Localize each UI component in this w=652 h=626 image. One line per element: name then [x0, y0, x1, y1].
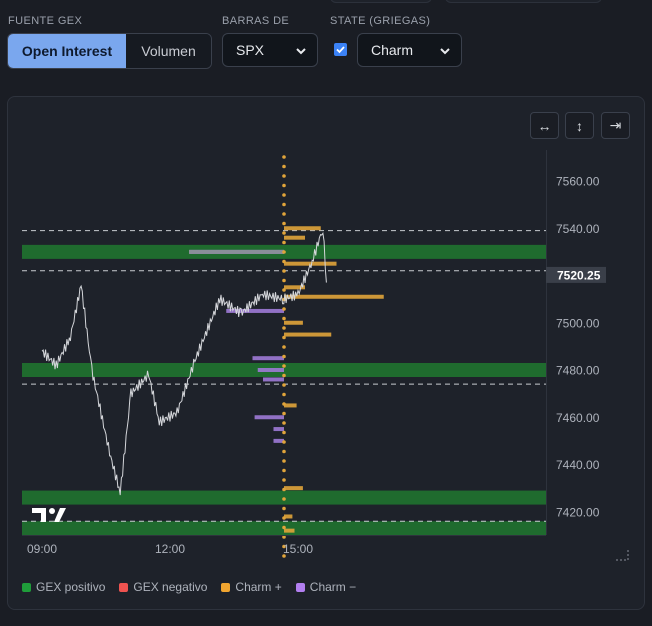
time-axis-label: 09:00: [27, 542, 57, 556]
price-axis-label: 7460.00: [556, 411, 600, 425]
price-chart[interactable]: 7560.00 7540.00 7520.25 7500.00 7480.00 7460.…: [0, 0, 652, 626]
legend-gex-positive: GEX positivo: [22, 580, 105, 594]
charm-plus-bar: [284, 332, 332, 337]
strike-dot: [282, 202, 286, 207]
charm-minus-bar: [226, 308, 284, 313]
strike-dot: [282, 525, 286, 530]
price-axis-label: 7560.00: [556, 175, 600, 189]
strike-dot: [282, 250, 286, 254]
charm-plus-bar: [284, 294, 384, 299]
legend-charm-plus: Charm +: [221, 580, 282, 594]
strike-dot: [282, 221, 286, 226]
strike-dot: [282, 459, 286, 463]
strike-dot: [282, 345, 286, 349]
price-axis-label: 7480.00: [556, 364, 600, 378]
strike-dot: [282, 497, 286, 501]
strike-dot: [282, 373, 286, 378]
tradingview-logo: [32, 508, 66, 522]
charm-plus-bar: [284, 320, 303, 325]
time-axis-label: 12:00: [155, 542, 185, 556]
time-axis-label: 15:00: [283, 542, 313, 556]
strike-dot: [282, 506, 286, 511]
strike-dot: [282, 307, 286, 311]
strike-dot: [282, 440, 286, 444]
strike-dot: [282, 478, 286, 482]
green-swatch: [22, 582, 31, 592]
strike-dot: [282, 155, 286, 159]
strike-dot: [282, 516, 286, 520]
red-swatch: [119, 582, 129, 592]
strike-dot: [282, 164, 286, 169]
price-axis-border: [546, 150, 547, 535]
strike-dot: [282, 364, 286, 368]
strike-dot: [282, 183, 286, 188]
price-axis-label: 7420.00: [556, 505, 600, 519]
strike-dot: [282, 326, 286, 330]
charm-plus-bar: [284, 528, 295, 533]
legend-charm-minus: Charm −: [295, 580, 356, 594]
strike-dot: [282, 316, 286, 321]
strike-dot: [282, 269, 286, 273]
strike-dot: [282, 240, 286, 245]
charm-minus-bar: [257, 368, 284, 372]
strike-dot: [282, 449, 286, 454]
strike-dot: [282, 487, 286, 492]
price-axis-label: 7440.00: [556, 458, 600, 472]
current-price-label: 7520.25: [557, 268, 601, 282]
strike-dot: [282, 411, 286, 416]
strike-dot: [282, 212, 286, 216]
strike-dot: [282, 278, 286, 283]
strike-dot: [282, 335, 286, 340]
charm-plus-bar: [284, 226, 321, 231]
strike-dot: [282, 193, 286, 197]
strike-dot: [282, 421, 286, 425]
strike-dot: [282, 383, 286, 387]
purple-swatch: [295, 582, 305, 592]
orange-swatch: [221, 582, 231, 592]
strike-dot: [282, 468, 286, 473]
strike-dot: [282, 402, 286, 406]
strike-bar: [189, 249, 284, 254]
charm-minus-bar: [254, 415, 284, 420]
strike-dot: [282, 354, 286, 359]
price-axis-label: 7540.00: [556, 222, 600, 236]
strike-dot: [282, 430, 286, 435]
charm-plus-bar: [284, 486, 303, 491]
chart-legend: GEX positivo GEX negativo Charm + Charm …: [22, 580, 356, 594]
strike-dot: [282, 231, 286, 235]
charm-plus-bar: [284, 403, 297, 408]
time-axis-border: [22, 535, 546, 536]
charm-minus-bar: [273, 427, 284, 432]
strike-dot: [282, 288, 286, 292]
price-axis-label: 7500.00: [556, 316, 600, 330]
strike-dot: [282, 259, 286, 264]
resize-handle-icon[interactable]: [616, 550, 629, 561]
charm-minus-bar: [252, 356, 284, 361]
legend-gex-negative: GEX negativo: [119, 580, 207, 594]
charm-minus-bar: [263, 377, 284, 382]
charm-plus-bar: [284, 235, 305, 240]
strike-dot: [282, 174, 286, 178]
strike-dot: [282, 392, 286, 397]
